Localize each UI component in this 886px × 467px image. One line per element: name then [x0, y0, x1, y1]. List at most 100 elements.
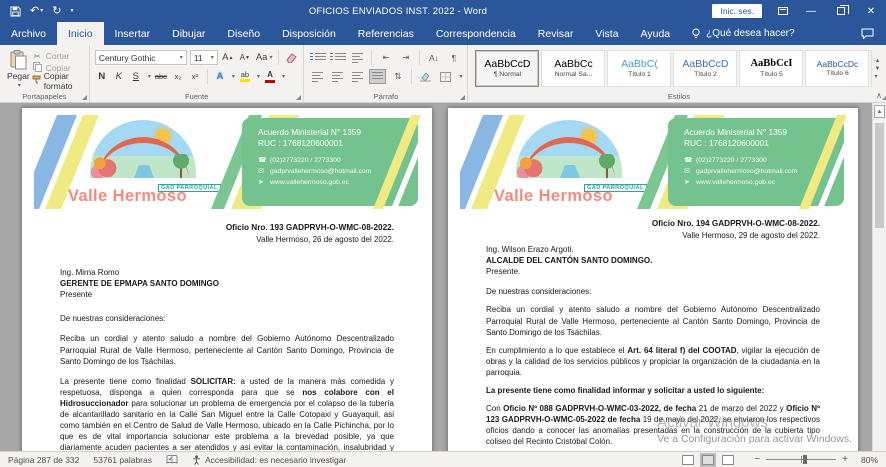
- decrease-indent-button[interactable]: ⇤: [377, 50, 394, 65]
- tell-me-box[interactable]: ¿Qué desea hacer?: [681, 22, 804, 45]
- page-indicator[interactable]: Página 287 de 332: [8, 455, 79, 465]
- sort-button[interactable]: A↓: [425, 50, 442, 65]
- numbering-button[interactable]: [329, 50, 346, 65]
- tab-diseno[interactable]: Diseño: [216, 22, 271, 45]
- undo-dropdown-icon[interactable]: ▾: [40, 8, 43, 14]
- minimize-button[interactable]: —: [796, 0, 826, 22]
- tab-ayuda[interactable]: Ayuda: [630, 22, 682, 45]
- multilevel-list-button[interactable]: [349, 50, 366, 65]
- font-color-button[interactable]: A: [263, 69, 277, 84]
- highlight-color-button[interactable]: ab: [238, 69, 252, 84]
- style-titulo-6[interactable]: AaBbCcDc Título 6: [805, 50, 869, 87]
- tab-dibujar[interactable]: Dibujar: [161, 22, 216, 45]
- styles-dialog-launcher[interactable]: [882, 95, 886, 100]
- strikethrough-button[interactable]: abc: [154, 69, 168, 84]
- borders-button[interactable]: [437, 69, 454, 84]
- redo-icon: ↻: [52, 6, 61, 17]
- sign-in-button[interactable]: Inic. ses.: [712, 4, 762, 18]
- underline-dropdown-icon[interactable]: ▾: [148, 73, 151, 80]
- cut-button[interactable]: ✂Cortar: [32, 50, 84, 62]
- tab-referencias[interactable]: Referencias: [347, 22, 425, 45]
- font-dialog-launcher[interactable]: [296, 95, 301, 100]
- highlight-dropdown-icon[interactable]: ▾: [257, 73, 260, 80]
- increase-indent-button[interactable]: ⇥: [397, 50, 414, 65]
- font-color-dropdown-icon[interactable]: ▾: [282, 73, 285, 80]
- tab-vista[interactable]: Vista: [584, 22, 629, 45]
- ribbon-display-options-button[interactable]: [770, 0, 796, 22]
- letter-body[interactable]: Oficio Nro. 193 GADPRVH-O-WMC-08-2022. V…: [22, 209, 432, 451]
- line-spacing-button[interactable]: ⇅: [389, 69, 406, 84]
- format-painter-button[interactable]: Copiar formato: [32, 74, 84, 87]
- bullets-button[interactable]: [309, 50, 326, 65]
- clipboard-dialog-launcher[interactable]: [82, 95, 87, 100]
- scroll-up-button[interactable]: ▲: [874, 105, 885, 118]
- clear-formatting-button[interactable]: [284, 50, 298, 65]
- italic-button[interactable]: K: [112, 69, 126, 84]
- zoom-slider-thumb[interactable]: [803, 455, 807, 464]
- underline-button[interactable]: S: [129, 69, 143, 84]
- page-2[interactable]: Valle Hermoso GAD PARROQUIAL Acuerdo Min…: [448, 108, 858, 451]
- font-size-combobox[interactable]: 11▾: [190, 50, 218, 65]
- tab-revisar[interactable]: Revisar: [527, 22, 585, 45]
- close-button[interactable]: ✕: [856, 0, 886, 22]
- scrollbar-thumb[interactable]: [875, 123, 884, 228]
- accessibility-status-button[interactable]: Accesibilidad: es necesario investigar: [192, 455, 346, 465]
- salutation: De nuestras consideraciones:: [60, 313, 394, 324]
- customize-qat-button[interactable]: ▾: [70, 8, 73, 14]
- align-right-button[interactable]: [349, 69, 366, 84]
- superscript-button[interactable]: x²: [188, 69, 202, 84]
- justify-button[interactable]: [369, 69, 386, 84]
- web-layout-button[interactable]: [722, 455, 734, 465]
- paste-button[interactable]: Pegar ▾: [5, 48, 32, 89]
- proofing-status-button[interactable]: [166, 455, 178, 465]
- tab-archivo[interactable]: Archivo: [0, 22, 57, 45]
- shading-button[interactable]: [417, 69, 434, 84]
- font-color-swatch: [265, 80, 275, 83]
- styles-more-icon[interactable]: ▾: [874, 74, 880, 80]
- styles-scroll-down-icon[interactable]: ▼: [874, 66, 880, 72]
- feedback-button[interactable]: [849, 22, 886, 45]
- redo-button[interactable]: ↻: [52, 6, 61, 17]
- style-normal-sa[interactable]: AaBbCc Normal Sa...: [541, 50, 605, 87]
- style-titulo-2[interactable]: AaBbCcD Título 2: [673, 50, 737, 87]
- cut-icon: ✂: [32, 52, 43, 61]
- tab-insertar[interactable]: Insertar: [104, 22, 162, 45]
- align-left-button[interactable]: [309, 69, 326, 84]
- page-1[interactable]: Valle Hermoso GAD PARROQUIAL Acuerdo Min…: [22, 108, 432, 451]
- tab-correspondencia[interactable]: Correspondencia: [425, 22, 527, 45]
- zoom-in-button[interactable]: +: [842, 455, 848, 465]
- tab-inicio[interactable]: Inicio: [57, 22, 104, 45]
- restore-button[interactable]: [826, 0, 856, 22]
- ribbon-group-clipboard: Pegar ▾ ✂Cortar Copiar Copiar formato Po…: [0, 45, 90, 102]
- tab-disposicion[interactable]: Disposición: [271, 22, 347, 45]
- print-layout-button[interactable]: [702, 455, 714, 465]
- zoom-level[interactable]: 80%: [854, 455, 878, 465]
- style-normal[interactable]: AaBbCcD ¶ Normal: [475, 50, 539, 87]
- word-count[interactable]: 53761 palabras: [93, 455, 152, 465]
- styles-scroll-up-icon[interactable]: ▲: [874, 58, 880, 64]
- grow-font-button[interactable]: A▲: [221, 50, 235, 65]
- save-icon[interactable]: [10, 6, 21, 17]
- borders-dropdown-icon[interactable]: ▾: [459, 73, 462, 80]
- shrink-font-button[interactable]: A▼: [238, 50, 252, 65]
- undo-button[interactable]: ↶▾: [30, 6, 43, 17]
- letter-body[interactable]: Oficio Nro. 194 GADPRVH-O-WMC-08-2022. V…: [448, 209, 858, 451]
- paste-dropdown-icon[interactable]: ▾: [18, 82, 21, 89]
- subscript-button[interactable]: x₂: [171, 69, 185, 84]
- align-center-button[interactable]: [329, 69, 346, 84]
- ribbon-tab-bar: Archivo Inicio Insertar Dibujar Diseño D…: [0, 22, 886, 45]
- paragraph-dialog-launcher[interactable]: [460, 95, 465, 100]
- font-name-combobox[interactable]: Century Gothic▾: [95, 50, 187, 65]
- zoom-out-button[interactable]: −: [754, 455, 760, 465]
- zoom-slider[interactable]: [766, 459, 836, 460]
- text-effects-dropdown-icon[interactable]: ▾: [232, 73, 235, 80]
- bold-button[interactable]: N: [95, 69, 109, 84]
- text-effects-button[interactable]: A: [213, 69, 227, 84]
- show-formatting-marks-button[interactable]: ¶: [445, 50, 462, 65]
- read-mode-button[interactable]: [682, 455, 694, 465]
- style-titulo-5[interactable]: AaBbCcI Título 5: [739, 50, 803, 87]
- style-titulo-1[interactable]: AaBbC( Título 1: [607, 50, 671, 87]
- collapse-ribbon-button[interactable]: ∧: [876, 91, 882, 100]
- change-case-button[interactable]: Aa▾: [255, 50, 274, 65]
- vertical-scrollbar[interactable]: ▲: [872, 103, 886, 451]
